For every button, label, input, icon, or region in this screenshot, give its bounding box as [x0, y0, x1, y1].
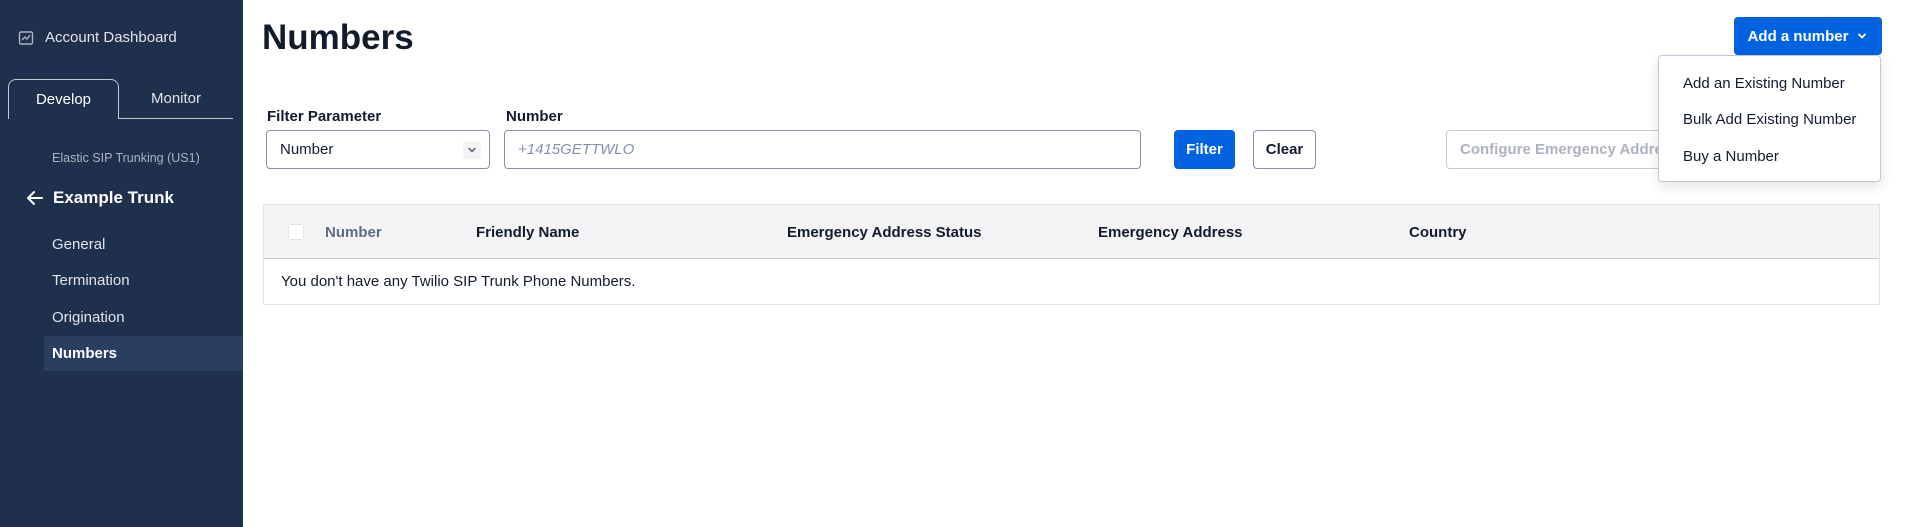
menu-item-buy-number[interactable]: Buy a Number [1659, 138, 1880, 175]
dashboard-icon [18, 30, 34, 45]
empty-state-message: You don't have any Twilio SIP Trunk Phon… [281, 273, 636, 290]
menu-item-bulk-add-existing-number[interactable]: Bulk Add Existing Number [1659, 102, 1880, 139]
number-label: Number [506, 108, 563, 125]
table-row: You don't have any Twilio SIP Trunk Phon… [264, 259, 1879, 304]
service-label: Elastic SIP Trunking (US1) [52, 151, 200, 165]
clear-button[interactable]: Clear [1253, 130, 1316, 169]
sidebar-item-numbers[interactable]: Numbers [44, 336, 243, 371]
number-input[interactable] [504, 130, 1141, 169]
sidebar-item-general[interactable]: General [44, 227, 243, 262]
column-header-country: Country [1409, 224, 1467, 241]
numbers-table: Number Friendly Name Emergency Address S… [263, 204, 1880, 305]
column-header-friendly-name: Friendly Name [476, 224, 580, 241]
add-number-menu: Add an Existing Number Bulk Add Existing… [1658, 55, 1881, 182]
menu-item-add-existing-number[interactable]: Add an Existing Number [1659, 65, 1880, 102]
arrow-left-icon [27, 191, 43, 205]
tab-monitor[interactable]: Monitor [119, 79, 233, 119]
trunk-name: Example Trunk [53, 188, 174, 207]
back-to-trunk-link[interactable]: Example Trunk [26, 188, 174, 208]
column-header-number[interactable]: Number [325, 224, 382, 241]
sidebar-item-origination[interactable]: Origination [44, 300, 243, 335]
add-number-label: Add a number [1747, 27, 1849, 45]
account-dashboard-label: Account Dashboard [45, 29, 177, 46]
column-header-emergency-address-status: Emergency Address Status [787, 224, 982, 241]
page-title: Numbers [262, 18, 414, 57]
sidebar-tabs: Develop Monitor [8, 79, 233, 119]
chevron-down-icon [1858, 33, 1867, 39]
chevron-down-icon [468, 147, 476, 153]
filter-parameter-label: Filter Parameter [267, 108, 382, 125]
sidebar-item-termination[interactable]: Termination [44, 263, 243, 298]
table-header: Number Friendly Name Emergency Address S… [264, 205, 1879, 259]
select-all-checkbox[interactable] [288, 224, 304, 240]
account-dashboard-link[interactable]: Account Dashboard [18, 29, 177, 46]
column-header-emergency-address: Emergency Address [1098, 224, 1243, 241]
tab-develop[interactable]: Develop [8, 79, 119, 119]
filter-parameter-select[interactable]: Number [266, 130, 490, 169]
sidebar: Account Dashboard Develop Monitor Elasti… [0, 0, 243, 527]
filter-button[interactable]: Filter [1174, 130, 1235, 169]
add-number-button[interactable]: Add a number [1734, 17, 1882, 55]
filter-parameter-value: Number [280, 141, 334, 158]
select-chevron [463, 141, 481, 159]
